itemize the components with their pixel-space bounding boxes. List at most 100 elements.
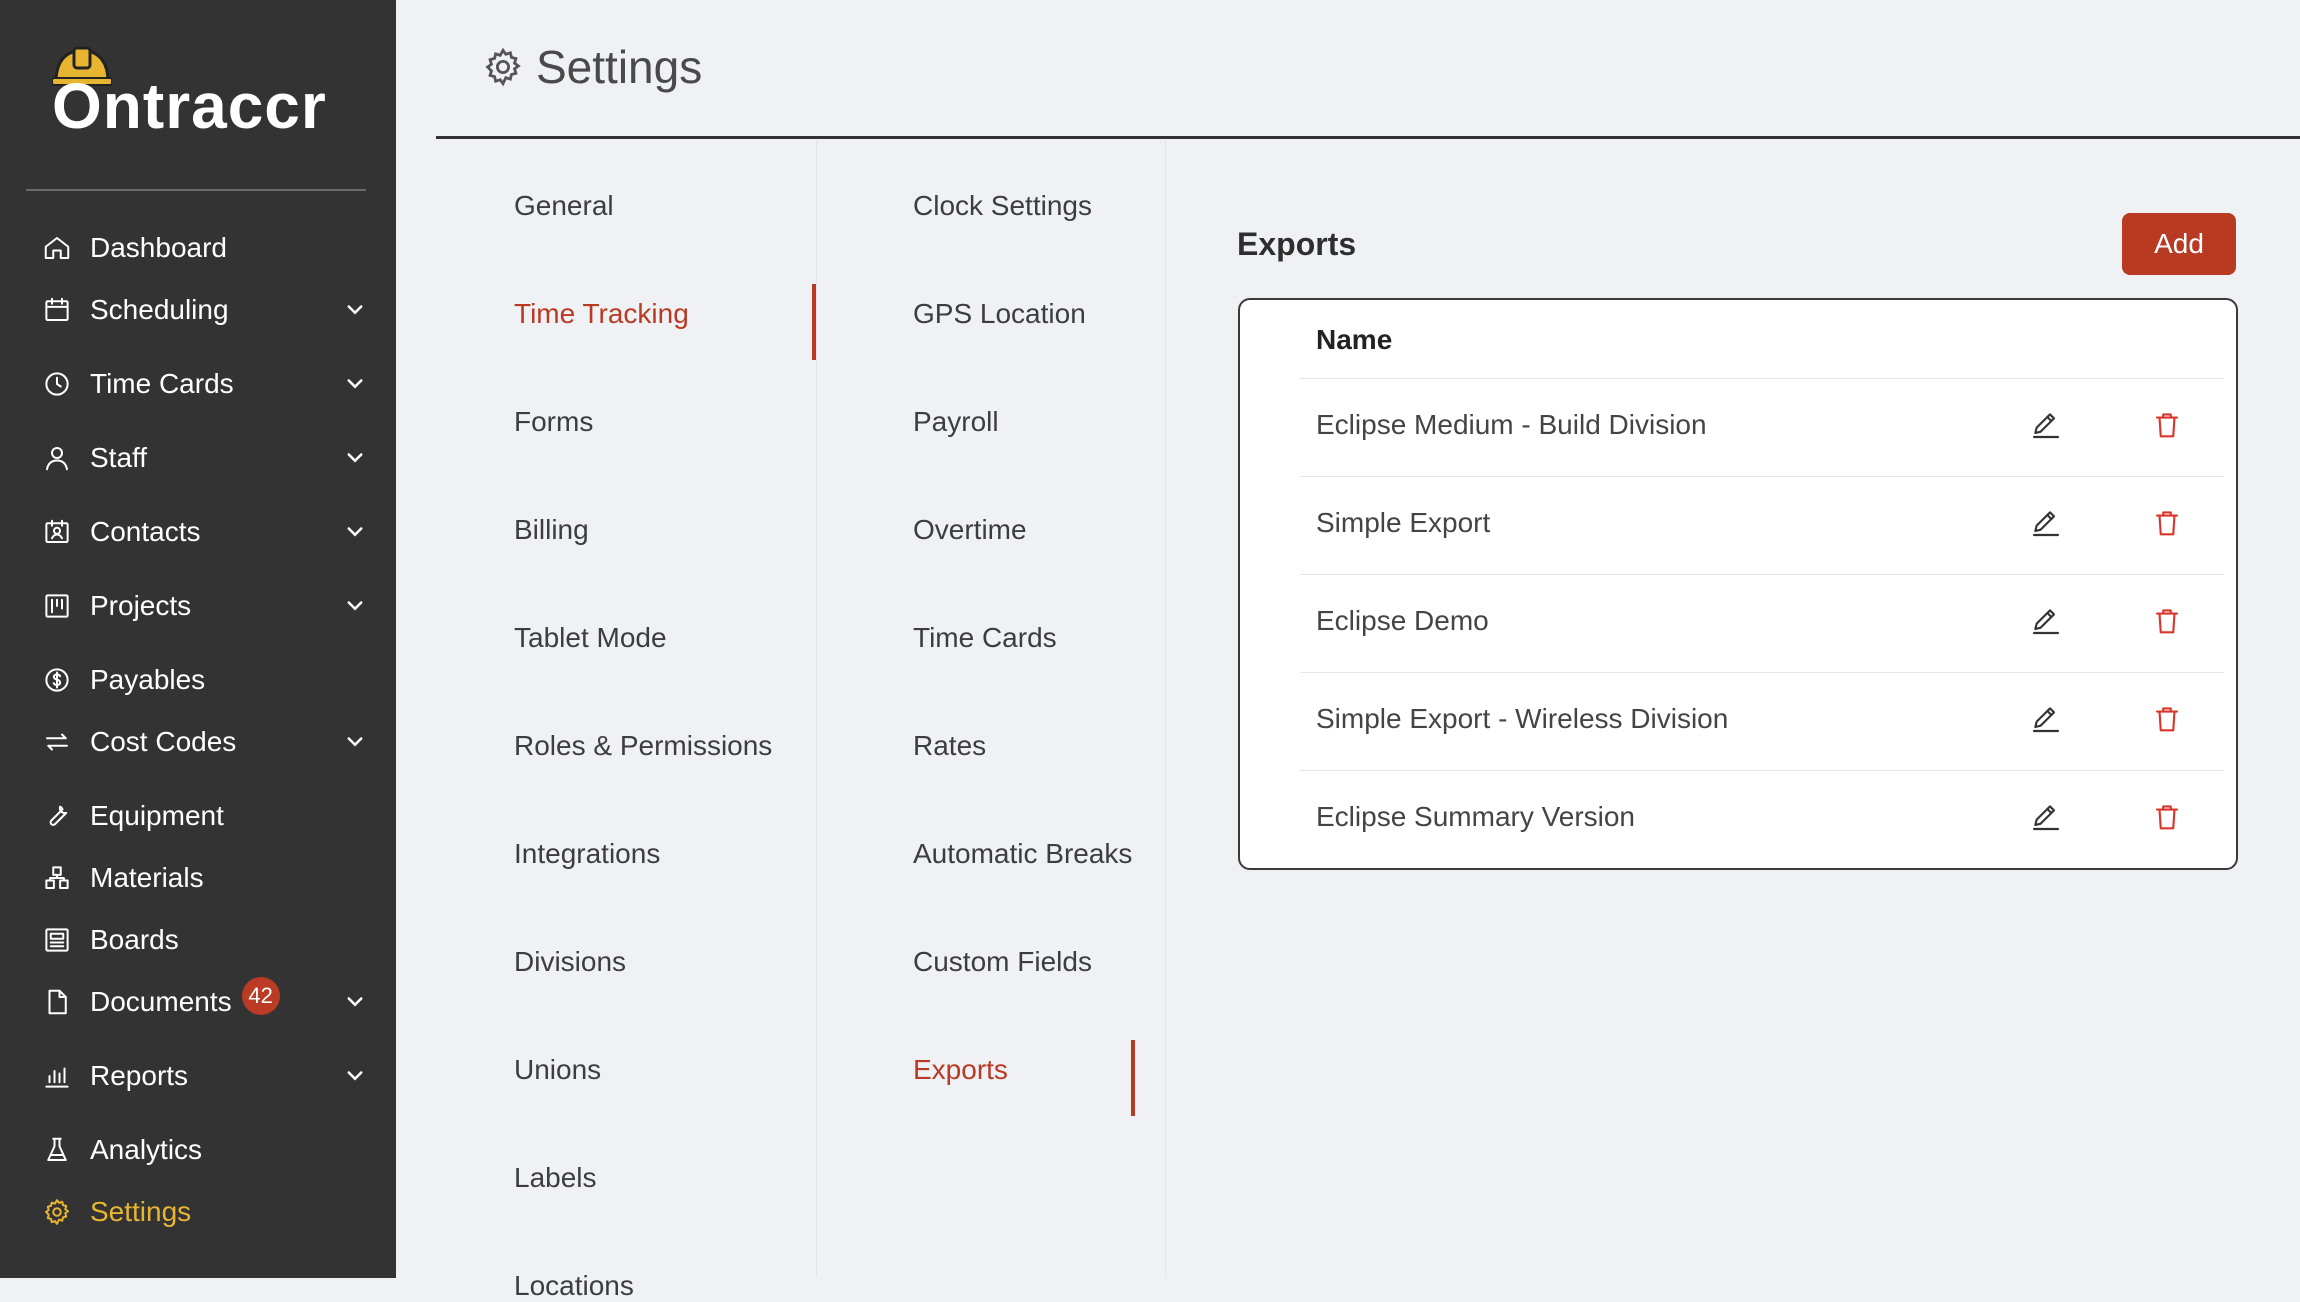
contacts-icon <box>40 515 74 549</box>
sidebar-item-label: Boards <box>90 924 179 955</box>
sidebar-item-contacts[interactable]: Contacts <box>40 510 370 554</box>
user-icon <box>40 441 74 475</box>
settings-menu-item-overtime[interactable]: Overtime <box>913 514 1027 546</box>
settings-menu-item-exports[interactable]: Exports <box>913 1054 1008 1086</box>
sidebar-item-cost-codes[interactable]: Cost Codes <box>40 720 370 764</box>
edit-icon[interactable] <box>2030 605 2062 637</box>
trash-icon[interactable] <box>2152 507 2182 539</box>
sidebar-item-reports[interactable]: Reports <box>40 1054 370 1098</box>
settings-menu-item-automatic-breaks[interactable]: Automatic Breaks <box>913 838 1132 870</box>
sidebar-item-projects[interactable]: Projects <box>40 584 370 628</box>
table-row: Simple Export <box>1300 476 2224 575</box>
chevron-down-icon[interactable] <box>340 442 370 472</box>
swap-icon <box>40 725 74 759</box>
sidebar-item-label: Reports <box>90 1060 189 1091</box>
settings-menu-item-payroll[interactable]: Payroll <box>913 406 999 438</box>
settings-menu-item-time-tracking[interactable]: Time Tracking <box>514 298 689 330</box>
sidebar-item-settings[interactable]: Settings <box>40 1190 370 1234</box>
sidebar-item-payables[interactable]: Payables <box>40 658 370 702</box>
app-logo[interactable]: Ontraccr <box>52 46 362 142</box>
settings-menu-item-labels[interactable]: Labels <box>514 1162 597 1194</box>
boards-icon <box>40 923 74 957</box>
wrench-icon <box>40 799 74 833</box>
table-row: Simple Export - Wireless Division <box>1300 672 2224 771</box>
sidebar-item-equipment[interactable]: Equipment <box>40 794 370 838</box>
chevron-down-icon[interactable] <box>340 516 370 546</box>
calendar-icon <box>40 293 74 327</box>
chevron-down-icon[interactable] <box>340 1060 370 1090</box>
flask-icon <box>40 1133 74 1167</box>
exports-title: Exports <box>1237 226 1357 262</box>
settings-menu-item-tablet-mode[interactable]: Tablet Mode <box>514 622 667 654</box>
page-title: Settings <box>536 41 703 93</box>
sidebar-item-label: Staff <box>90 442 148 473</box>
settings-menu-item-custom-fields[interactable]: Custom Fields <box>913 946 1092 978</box>
trash-icon[interactable] <box>2152 605 2182 637</box>
document-icon <box>40 985 74 1019</box>
settings-menu-item-general[interactable]: General <box>514 190 614 222</box>
selected-indicator <box>812 284 816 360</box>
settings-menu-item-billing[interactable]: Billing <box>514 514 589 546</box>
chevron-down-icon[interactable] <box>340 986 370 1016</box>
sidebar-item-staff[interactable]: Staff <box>40 436 370 480</box>
sidebar-item-documents[interactable]: Documents 42 <box>40 977 370 1024</box>
settings-menu-item-locations[interactable]: Locations <box>514 1270 634 1302</box>
settings-menu-item-divisions[interactable]: Divisions <box>514 946 626 978</box>
selected-indicator <box>1131 1040 1135 1116</box>
trash-icon[interactable] <box>2152 703 2182 735</box>
sidebar-item-label: Payables <box>90 664 206 695</box>
edit-icon[interactable] <box>2030 703 2062 735</box>
export-name: Simple Export - Wireless Division <box>1316 703 1729 734</box>
chevron-down-icon[interactable] <box>340 726 370 756</box>
export-name: Eclipse Summary Version <box>1316 801 1636 832</box>
sidebar: Ontraccr Dashboard Scheduling Time Cards… <box>0 0 396 1278</box>
sidebar-item-label: Contacts <box>90 516 201 547</box>
sidebar-item-dashboard[interactable]: Dashboard <box>40 226 370 270</box>
sidebar-item-label: Time Cards <box>90 368 234 399</box>
chevron-down-icon[interactable] <box>340 368 370 398</box>
materials-icon <box>40 861 74 895</box>
add-button[interactable]: Add <box>2122 213 2236 275</box>
trash-icon[interactable] <box>2152 409 2182 441</box>
table-row: Eclipse Summary Version <box>1300 770 2224 869</box>
settings-menu-item-clock-settings[interactable]: Clock Settings <box>913 190 1092 222</box>
export-name: Eclipse Demo <box>1316 605 1489 636</box>
sidebar-item-materials[interactable]: Materials <box>40 856 370 900</box>
header-divider <box>436 136 2300 139</box>
page-header: Settings <box>482 40 702 94</box>
sidebar-item-label: Documents <box>90 986 232 1017</box>
chevron-down-icon[interactable] <box>340 294 370 324</box>
table-row: Eclipse Medium - Build Division <box>1300 378 2224 477</box>
projects-icon <box>40 589 74 623</box>
settings-menu-item-rates[interactable]: Rates <box>913 730 986 762</box>
home-icon <box>40 231 74 265</box>
settings-menu-item-unions[interactable]: Unions <box>514 1054 601 1086</box>
chevron-down-icon[interactable] <box>340 590 370 620</box>
menu-column-divider <box>1165 140 1166 1278</box>
sidebar-item-time-cards[interactable]: Time Cards <box>40 362 370 406</box>
settings-menu-item-forms[interactable]: Forms <box>514 406 593 438</box>
column-header-name: Name <box>1316 324 1393 355</box>
export-name: Eclipse Medium - Build Division <box>1316 409 1707 440</box>
table-row: Eclipse Demo <box>1300 574 2224 673</box>
settings-menu-item-integrations[interactable]: Integrations <box>514 838 660 870</box>
settings-menu-item-gps-location[interactable]: GPS Location <box>913 298 1086 330</box>
sidebar-item-scheduling[interactable]: Scheduling <box>40 288 370 332</box>
sidebar-item-boards[interactable]: Boards <box>40 918 370 962</box>
edit-icon[interactable] <box>2030 801 2062 833</box>
exports-table: Name Eclipse Medium - Build Division Sim… <box>1238 298 2238 870</box>
sidebar-item-label: Analytics <box>90 1134 203 1165</box>
bar-chart-icon <box>40 1059 74 1093</box>
sidebar-item-label: Materials <box>90 862 204 893</box>
logo-text: Ontraccr <box>52 70 327 142</box>
settings-menu-item-time-cards[interactable]: Time Cards <box>913 622 1057 654</box>
export-name: Simple Export <box>1316 507 1491 538</box>
dollar-icon <box>40 663 74 697</box>
edit-icon[interactable] <box>2030 409 2062 441</box>
settings-menu-item-roles-permissions[interactable]: Roles & Permissions <box>514 730 772 762</box>
sidebar-item-label: Cost Codes <box>90 726 237 757</box>
sidebar-item-label: Projects <box>90 590 192 621</box>
edit-icon[interactable] <box>2030 507 2062 539</box>
trash-icon[interactable] <box>2152 801 2182 833</box>
sidebar-item-analytics[interactable]: Analytics <box>40 1128 370 1172</box>
